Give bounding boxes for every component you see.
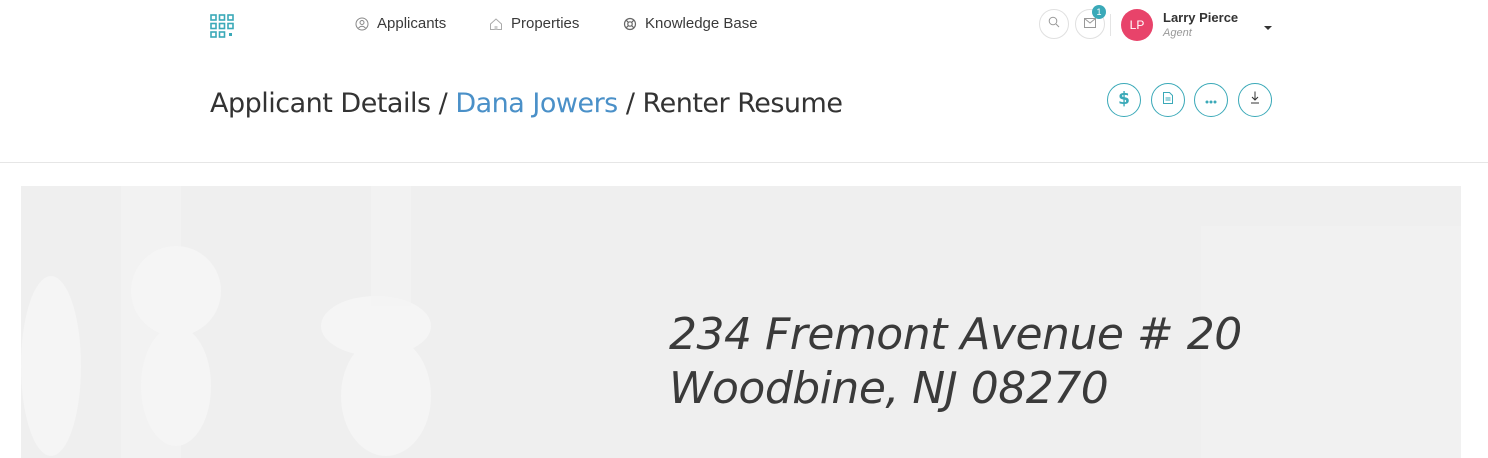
user-role: Agent — [1163, 27, 1192, 39]
document-icon — [1163, 91, 1173, 109]
download-icon — [1250, 91, 1260, 109]
user-menu-caret-icon[interactable] — [1263, 18, 1273, 36]
app-logo-icon[interactable] — [210, 14, 234, 38]
search-button[interactable] — [1039, 9, 1069, 39]
hero-background-detail — [21, 276, 81, 456]
address-line-2: Woodbine, NJ 08270 — [669, 363, 1109, 414]
lifebuoy-icon — [623, 17, 637, 31]
hero-background-detail — [131, 246, 221, 336]
home-icon — [489, 17, 503, 31]
document-button[interactable] — [1151, 83, 1185, 117]
more-options-button[interactable] — [1194, 83, 1228, 117]
user-circle-icon — [355, 17, 369, 31]
header-divider-line — [0, 162, 1488, 163]
header-divider — [1110, 14, 1111, 36]
breadcrumb-separator: / — [438, 88, 448, 119]
download-button[interactable] — [1238, 83, 1272, 117]
property-address: 234 Fremont Avenue # 20 Woodbine, NJ 082… — [669, 308, 1242, 416]
dollar-icon: $ — [1117, 89, 1131, 112]
property-hero-banner: 234 Fremont Avenue # 20 Woodbine, NJ 082… — [21, 186, 1461, 458]
nav-knowledge-base-label: Knowledge Base — [645, 15, 758, 32]
avatar[interactable]: LP — [1121, 9, 1153, 41]
more-icon — [1205, 91, 1217, 109]
notification-badge: 1 — [1092, 5, 1106, 19]
breadcrumb-applicant-link[interactable]: Dana Jowers — [455, 88, 618, 119]
search-icon — [1048, 15, 1060, 33]
nav-properties[interactable]: Properties — [489, 15, 579, 32]
svg-text:$: $ — [1118, 89, 1130, 107]
nav-knowledge-base[interactable]: Knowledge Base — [623, 15, 758, 32]
nav-properties-label: Properties — [511, 15, 580, 32]
nav-applicants[interactable]: Applicants — [355, 15, 446, 32]
user-name[interactable]: Larry Pierce — [1163, 10, 1238, 25]
nav-applicants-label: Applicants — [377, 15, 447, 32]
hero-background-detail — [141, 326, 211, 446]
hero-background-detail — [341, 336, 431, 456]
breadcrumb-separator: / — [625, 88, 635, 119]
address-line-1: 234 Fremont Avenue # 20 — [669, 309, 1242, 360]
top-navbar: Applicants Properties Knowledge Base 1 L… — [0, 0, 1488, 52]
payment-button[interactable]: $ — [1107, 83, 1141, 117]
breadcrumb: Applicant Details / Dana Jowers / Renter… — [210, 88, 843, 119]
breadcrumb-root: Applicant Details — [210, 88, 431, 119]
breadcrumb-current: Renter Resume — [642, 88, 843, 119]
hero-background-detail — [371, 186, 411, 306]
